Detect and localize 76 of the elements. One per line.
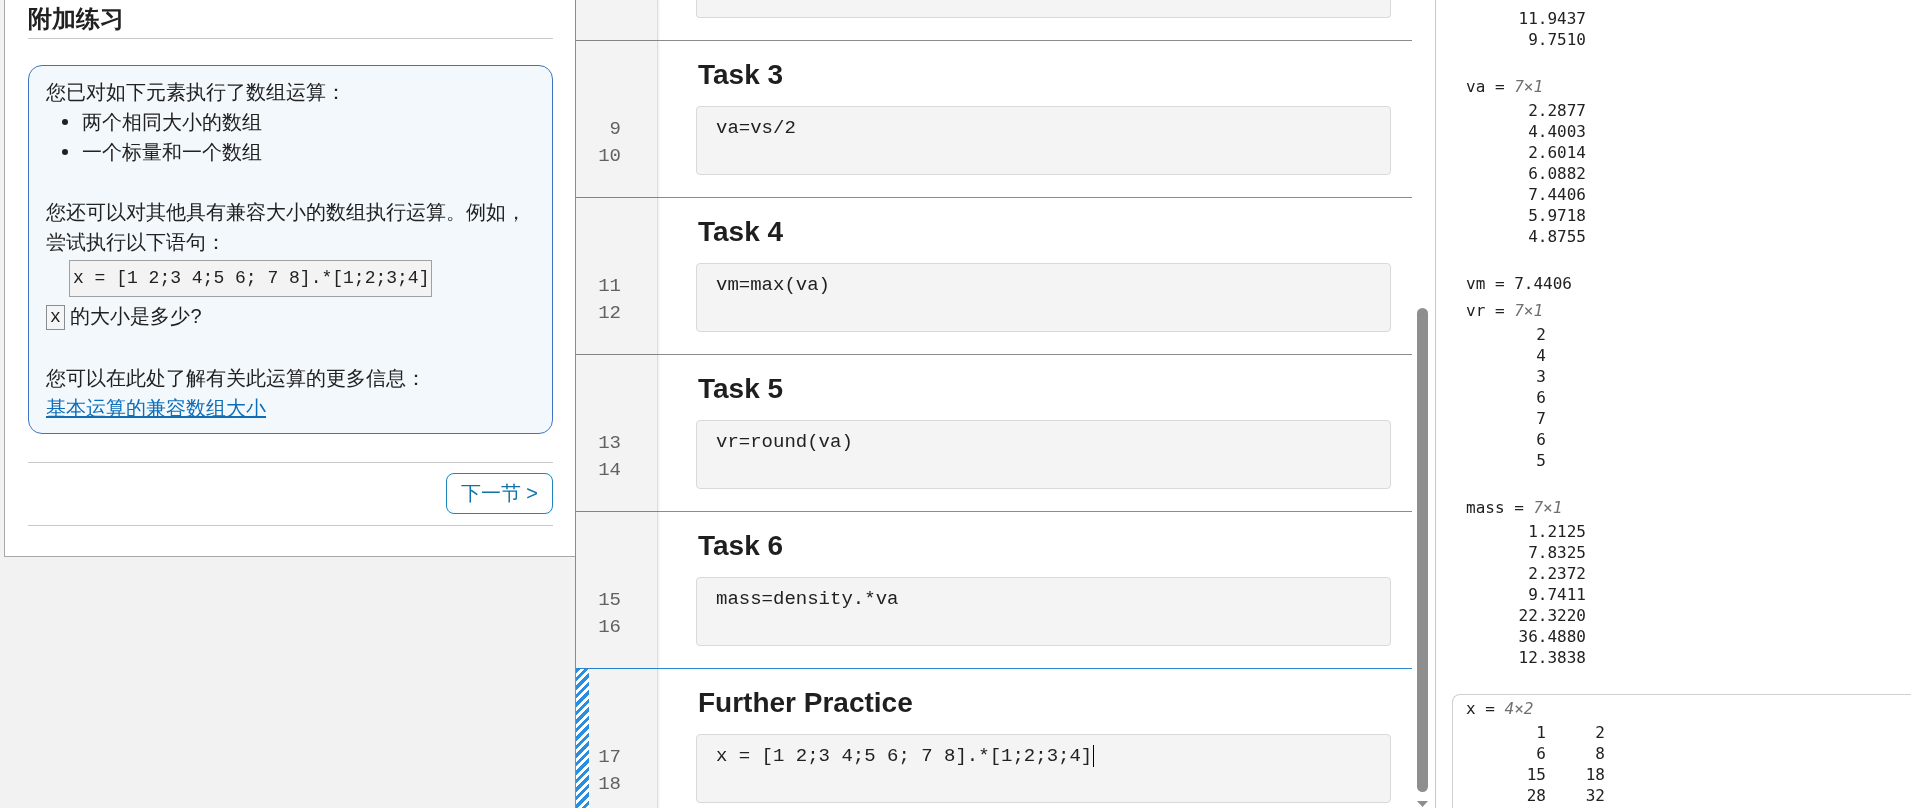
line-number: 14	[598, 458, 621, 483]
line-number: 11	[598, 274, 621, 299]
matrix-value: 8	[1595, 743, 1605, 764]
matrix-value: 2.6014	[1528, 142, 1586, 163]
matrix-value: 4.8755	[1528, 226, 1586, 247]
line-number: 12	[598, 301, 621, 326]
matrix-size: 7×1	[1514, 77, 1544, 96]
matrix-size: 7×1	[1514, 301, 1544, 320]
line-number: 13	[598, 431, 621, 456]
section-heading: Task 5	[698, 372, 784, 406]
code-snippet: x = [1 2;3 4;5 6; 7 8].*[1;2;3;4]	[69, 260, 433, 297]
more-info-text: 您可以在此处了解有关此运算的更多信息：	[46, 366, 426, 391]
intro-text: 您已对如下元素执行了数组运算：	[46, 80, 346, 105]
matrix-value: 7.4406	[1528, 184, 1586, 205]
section-heading: Task 3	[698, 58, 784, 92]
section-heading: Further Practice	[698, 686, 913, 720]
matrix-value: 7	[1536, 408, 1546, 429]
matrix-value: 6	[1536, 387, 1546, 408]
matrix-value: 22.3220	[1518, 605, 1586, 626]
bullet-icon	[62, 149, 68, 155]
matrix-value: 2	[1595, 722, 1605, 743]
scroll-down-icon[interactable]	[1417, 801, 1428, 807]
line-number: 18	[598, 772, 621, 797]
matrix-value: 36.4880	[1518, 626, 1586, 647]
bullet-text: 一个标量和一个数组	[82, 140, 262, 165]
scrollbar-thumb[interactable]	[1417, 308, 1428, 792]
matrix-value: 6	[1536, 429, 1546, 450]
matrix-value: 2.2877	[1528, 100, 1586, 121]
matrix-value: 11.9437	[1518, 8, 1586, 29]
section-heading: Task 6	[698, 529, 784, 563]
matrix-value: 28	[1526, 785, 1546, 806]
matrix-value: 9.7411	[1528, 584, 1586, 605]
matrix-value: 18	[1585, 764, 1605, 785]
matrix-value: 6.0882	[1528, 163, 1586, 184]
variable-name: mass =	[1466, 498, 1524, 517]
bullet-text: 两个相同大小的数组	[82, 110, 262, 135]
matrix-value: 5.9718	[1528, 205, 1586, 226]
matrix-value: 32	[1585, 785, 1605, 806]
code-field[interactable]	[696, 0, 1391, 18]
variable-name: va =	[1466, 77, 1505, 96]
matrix-value: 2.2372	[1528, 563, 1586, 584]
paragraph-text: 您还可以对其他具有兼容大小的数组执行运算。例如，尝试执行以下语句：	[46, 200, 527, 255]
matrix-size: 4×2	[1504, 699, 1534, 718]
code-field[interactable]: vr=round(va)	[696, 420, 1391, 489]
variable-name: x =	[1466, 699, 1495, 718]
matrix-value: 9.7510	[1528, 29, 1586, 50]
docs-link[interactable]: 基本运算的兼容数组大小	[46, 393, 266, 423]
matrix-value: 4	[1536, 345, 1546, 366]
matrix-value: 4.4003	[1528, 121, 1586, 142]
line-number: 10	[598, 144, 621, 169]
code-field[interactable]: va=vs/2	[696, 106, 1391, 175]
line-number: 15	[598, 588, 621, 613]
matrix-value: 1	[1536, 722, 1546, 743]
bullet-icon	[62, 119, 68, 125]
matrix-value: 12.3838	[1518, 647, 1586, 668]
matrix-size: 7×1	[1533, 498, 1563, 517]
variable-name: vr =	[1466, 301, 1505, 320]
matrix-value: 5	[1536, 450, 1546, 471]
matrix-value: 1.2125	[1528, 521, 1586, 542]
output-line: vm = 7.4406	[1466, 274, 1572, 293]
matrix-value: 3	[1536, 366, 1546, 387]
next-section-button[interactable]: 下一节 >	[445, 473, 553, 514]
lesson-title: 附加练习	[28, 0, 553, 39]
code-field[interactable]: mass=density.*va	[696, 577, 1391, 646]
matrix-value: 2	[1536, 324, 1546, 345]
line-number: 9	[609, 117, 621, 142]
matrix-value: 6	[1536, 743, 1546, 764]
code-field[interactable]: vm=max(va)	[696, 263, 1391, 332]
section-heading: Task 4	[698, 215, 784, 249]
matrix-value: 15	[1526, 764, 1546, 785]
code-field[interactable]: x = [1 2;3 4;5 6; 7 8].*[1;2;3;4]	[696, 734, 1391, 803]
line-number: 17	[598, 745, 621, 770]
text-cursor	[1093, 745, 1095, 767]
question-text: x 的大小是多少?	[46, 301, 202, 331]
matrix-value: 7.8325	[1528, 542, 1586, 563]
line-number: 16	[598, 615, 621, 640]
